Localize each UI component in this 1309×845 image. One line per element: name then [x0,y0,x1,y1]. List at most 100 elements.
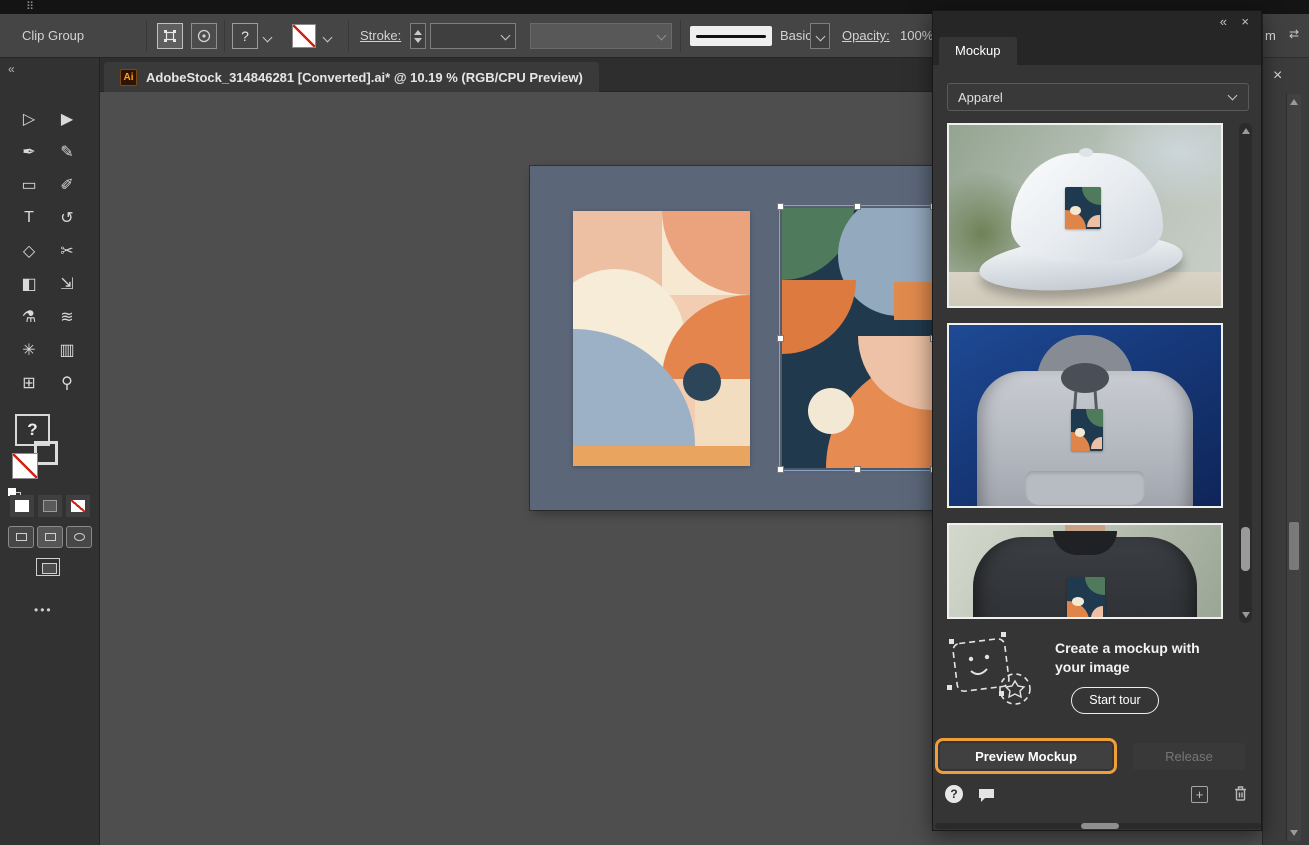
zoom-tool[interactable]: ⚲ [52,370,82,396]
screen-mode-icon [42,563,57,574]
color-button[interactable] [10,495,34,517]
width-profile-dropdown[interactable] [810,23,830,49]
pen-tool[interactable]: ✒ [14,139,44,165]
document-close-button[interactable]: × [1273,68,1282,84]
scroll-down-icon[interactable] [1290,830,1298,836]
bounding-box-toggle-button[interactable] [157,23,183,49]
step-down-icon[interactable] [414,38,422,43]
selection-handle[interactable] [777,203,784,210]
tab-mockup[interactable]: Mockup [939,37,1017,65]
mockup-design-logo [1067,577,1105,619]
stroke-width-stepper[interactable] [410,23,426,49]
selection-bounding-box[interactable] [779,205,935,471]
scrollbar-thumb[interactable] [1241,527,1250,571]
app-menu-icon[interactable]: ⠿ [26,0,36,13]
selection-handle[interactable] [854,203,861,210]
logo-shape [1085,577,1105,595]
trash-icon[interactable] [1233,785,1248,802]
dock-swap-icon[interactable]: ⇄ [1289,27,1299,41]
blend-tool[interactable]: ≋ [52,304,82,330]
rotate-tool[interactable]: ↺ [52,205,82,231]
thumbnail-cap-mockup[interactable] [947,123,1223,308]
panel-partial-label: m [1265,28,1276,43]
rectangle-tool[interactable]: ▭ [14,172,44,198]
selection-handle[interactable] [854,466,861,473]
help-icon[interactable]: ? [945,785,963,803]
cap-button [1079,148,1093,157]
collapse-toolbar-icon[interactable]: « [8,62,15,76]
thumbnail-hoodie-mockup[interactable] [947,323,1223,508]
chevron-down-icon[interactable] [263,33,273,43]
target-icon [196,28,212,44]
draw-inside-button[interactable] [66,526,92,548]
stroke-label[interactable]: Stroke: [360,28,401,43]
logo-shape [1070,206,1081,214]
scale-tool[interactable]: ⇲ [52,271,82,297]
chevron-down-icon[interactable] [501,31,511,41]
panel-tab-row: Mockup [933,35,1261,65]
right-dock-header: m ⇄ [1263,14,1309,58]
scissors-tool[interactable]: ✂ [52,238,82,264]
panel-scrollbar[interactable] [1239,123,1252,623]
fill-color-indicator[interactable] [12,453,38,479]
illustrator-file-icon: Ai [120,69,137,86]
selection-type-label: Clip Group [22,28,84,43]
scroll-down-icon[interactable] [1242,612,1250,618]
graph-tool[interactable]: ▥ [52,337,82,363]
right-dock: m ⇄ × [1262,14,1309,845]
screen-mode-button[interactable] [36,558,60,576]
scroll-up-icon[interactable] [1242,128,1250,134]
draw-normal-button[interactable] [8,526,34,548]
logo-shape [1091,437,1102,450]
width-profile-preview[interactable] [690,26,772,46]
opacity-value[interactable]: 100% [900,28,933,43]
gradient-tool[interactable]: ◧ [14,271,44,297]
center-reference-button[interactable] [191,23,217,49]
panel-collapse-icon[interactable]: « [1220,14,1227,30]
document-vertical-scrollbar[interactable] [1286,94,1301,841]
question-icon: ? [241,28,249,44]
panel-horizontal-scrollbar[interactable] [935,823,1261,829]
comment-icon[interactable] [977,787,996,804]
artboard-tool[interactable]: ⊞ [14,370,44,396]
poster-artwork-light[interactable] [573,211,750,466]
paintbrush-tool[interactable]: ✐ [52,172,82,198]
scrollbar-thumb[interactable] [1081,823,1119,829]
stroke-width-combo[interactable] [430,23,516,49]
thumbnail-tshirt-mockup[interactable] [947,523,1223,619]
none-chip [71,500,85,512]
preview-mockup-button[interactable]: Preview Mockup [940,743,1112,769]
draw-behind-button[interactable] [37,526,63,548]
type-tool[interactable]: T [14,205,44,231]
opacity-label[interactable]: Opacity: [842,28,890,43]
category-select[interactable]: Apparel [947,83,1249,111]
selection-tool[interactable]: ▷ [14,106,44,132]
illustrator-app: ⠿ Clip Group ? Stroke: [0,0,1309,845]
document-tab[interactable]: Ai AdobeStock_314846281 [Converted].ai* … [104,62,599,92]
brush-definition-combo[interactable] [530,23,672,49]
symbol-sprayer-tool[interactable]: ✳ [14,337,44,363]
step-up-icon[interactable] [414,30,422,35]
chevron-down-icon[interactable] [323,33,333,43]
gradient-button[interactable] [38,495,62,517]
edit-toolbar-icon[interactable]: ••• [34,603,53,617]
separator [146,20,147,52]
stroke-line-preview [696,35,766,38]
direct-selection-tool[interactable]: ▶ [52,106,82,132]
eraser-tool[interactable]: ◇ [14,238,44,264]
none-button[interactable] [66,495,90,517]
curvature-tool[interactable]: ✎ [52,139,82,165]
release-button[interactable]: Release [1133,743,1245,770]
start-tour-button[interactable]: Start tour [1071,687,1159,714]
scroll-up-icon[interactable] [1290,99,1298,105]
scrollbar-thumb[interactable] [1289,522,1299,570]
eyedropper-tool[interactable]: ⚗ [14,304,44,330]
style-preset-button[interactable]: ? [232,23,258,49]
add-mockup-icon[interactable]: + [1191,786,1208,803]
fill-none-swatch[interactable] [292,24,316,48]
artboard [530,166,935,510]
selection-handle[interactable] [777,466,784,473]
separator [680,20,681,52]
selection-handle[interactable] [777,335,784,342]
panel-close-icon[interactable]: × [1241,14,1249,30]
